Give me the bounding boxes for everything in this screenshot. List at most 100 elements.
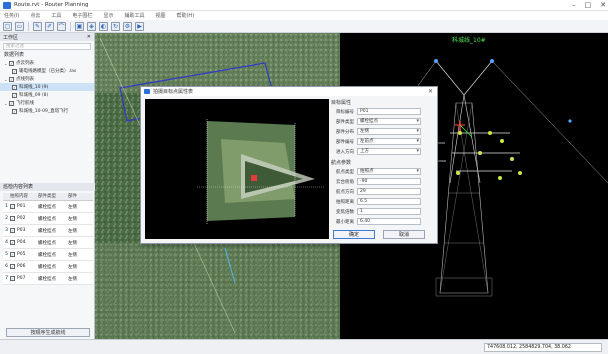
open-folder-icon[interactable]: ▭ — [15, 21, 24, 31]
field-part-type: 部件类型 螺栓挂点 — [331, 117, 435, 126]
field-heading: 航点方向 29 — [331, 187, 435, 196]
checkbox[interactable]: ✓ — [10, 216, 15, 221]
shoot-distance-input[interactable]: 6.5 — [357, 198, 421, 205]
view-front-icon[interactable]: ▣ — [75, 21, 84, 31]
table-header: 拍照内容 部件类型 部件 — [3, 193, 93, 201]
tree-item-line-09[interactable]: ✓ 科城线_09 (8) — [0, 91, 94, 99]
field-waypoint-type: 航点类型 拍照点 — [331, 167, 435, 176]
menu-display[interactable]: 显示 — [103, 12, 113, 19]
dialog-preview-view[interactable] — [145, 99, 329, 239]
tree-item-pointcloud-list[interactable]: ⌄ ✓ 点云列表 — [0, 59, 94, 67]
checkbox[interactable]: ✓ — [10, 264, 15, 269]
pen-icon[interactable]: ✐ — [45, 21, 54, 31]
menu-aux[interactable]: 辅助工具 — [124, 12, 144, 19]
waypoint-list-header: 巡检内容列表 — [0, 183, 95, 191]
checkbox[interactable]: ✓ — [10, 228, 15, 233]
table-row[interactable]: 5 ✓ P05 螺栓挂点 左侧 — [3, 249, 93, 261]
status-bar: 747608.012, 2584829.704, 38.062 — [0, 339, 608, 354]
checkbox[interactable]: ✓ — [9, 76, 14, 82]
window-title: Route.rvt - Router Planning — [14, 2, 89, 8]
checkbox[interactable]: ✓ — [9, 100, 14, 106]
menu-bar: 任务(I) 点云 工具 电子围栏 显示 辅助工具 视图 帮助(H) — [0, 11, 608, 20]
table-row[interactable]: 4 ✓ P04 螺栓挂点 左侧 — [3, 237, 93, 249]
checkbox[interactable]: ✓ — [10, 204, 15, 209]
maximize-icon[interactable]: □ — [585, 1, 592, 9]
checkbox[interactable]: ✓ — [9, 60, 14, 66]
entry-direction-select[interactable]: 上方 — [357, 148, 421, 155]
coordinate-readout: 747608.012, 2584829.704, 38.062 — [484, 343, 602, 352]
field-part-side: 部件分布 左侧 — [331, 127, 435, 136]
minimize-icon[interactable]: – — [572, 1, 576, 9]
heading-input[interactable]: 29 — [357, 188, 421, 195]
part-side-select[interactable]: 左侧 — [357, 128, 421, 135]
part-type-select[interactable]: 螺栓挂点 — [357, 118, 421, 125]
checkbox[interactable]: ✓ — [12, 92, 17, 98]
checkbox[interactable]: ✓ — [12, 68, 17, 74]
menu-help[interactable]: 帮助(H) — [176, 12, 194, 19]
menu-fence[interactable]: 电子围栏 — [72, 12, 92, 19]
waypoint-table: 拍照内容 部件类型 部件 1 ✓ P01 螺栓挂点 左侧 2 ✓ P02 螺栓挂点 … — [3, 193, 93, 285]
zoom-input[interactable]: 1 — [357, 208, 421, 215]
play-icon[interactable]: ▶ — [135, 21, 144, 31]
tree-header: 数据列表 — [4, 52, 25, 58]
settings-icon[interactable]: ⚙ — [123, 21, 132, 31]
ok-button[interactable]: 确定 — [333, 230, 375, 239]
search-input[interactable]: 搜索过滤 — [3, 43, 91, 50]
menu-pointcloud[interactable]: 点云 — [30, 12, 40, 19]
part-id-select[interactable]: 左前点 — [357, 138, 421, 145]
tree-item-line-list[interactable]: ⌄ ✓ 点线列表 — [0, 75, 94, 83]
menu-view[interactable]: 视图 — [155, 12, 165, 19]
generate-route-button[interactable]: 按顺序生成航线 — [6, 328, 90, 337]
field-zoom: 变焦倍数 1 — [331, 207, 435, 216]
camera-section-title: 航点参数 — [331, 160, 352, 166]
toolbar: ▢ ▭ ✎ ✐ ⌒ ▣ ◈ ◐ ↻ ⚙ ▶ — [0, 20, 608, 33]
dialog-close-icon[interactable]: ✕ — [428, 88, 433, 95]
checkbox[interactable]: ✓ — [10, 252, 15, 257]
checkbox[interactable]: ✓ — [12, 84, 17, 90]
field-target-id: 目标编号 P01 — [331, 107, 435, 116]
title-bar: Route.rvt - Router Planning – □ ✕ — [0, 0, 608, 11]
target-section-title: 目标属性 — [331, 100, 352, 106]
gimbal-pitch-input[interactable]: -90 — [357, 178, 421, 185]
measure-icon[interactable]: ⌒ — [57, 21, 66, 31]
table-row[interactable]: 7 ✓ P07 螺栓挂点 左侧 — [3, 273, 93, 285]
field-part-id: 部件编号 左前点 — [331, 137, 435, 146]
field-entry-direction: 进入方向 上方 — [331, 147, 435, 156]
tree-item-line-10[interactable]: ✓ 科城线_10 (9) — [0, 83, 94, 91]
table-row[interactable]: 1 ✓ P01 螺栓挂点 左侧 — [3, 201, 93, 213]
tree-item-route[interactable]: ✓ 科城线_10-09_直塔飞行 — [0, 107, 94, 115]
preview-canvas — [145, 99, 329, 239]
sync-icon[interactable]: ↻ — [111, 21, 120, 31]
new-file-icon[interactable]: ▢ — [3, 21, 12, 31]
workspace-panel: 工作区 ✕ 搜索过滤 数据列表 ⌄ ✓ 点云列表 ✓ 输电线路模型（已分类）.l… — [0, 33, 95, 339]
menu-tools[interactable]: 工具 — [51, 12, 61, 19]
target-point-dialog: 拍摄目标点属性表 ✕ 目标属性 目标编号 P01 部件类型 螺栓挂点 部件分布 … — [140, 86, 438, 244]
tree-item-las-file[interactable]: ✓ 输电线路模型（已分类）.las — [0, 67, 94, 75]
checkbox[interactable]: ✓ — [10, 276, 15, 281]
dialog-form: 目标属性 目标编号 P01 部件类型 螺栓挂点 部件分布 左侧 部件编号 左前点… — [331, 99, 435, 243]
cancel-button[interactable]: 取消 — [383, 230, 425, 239]
edit-icon[interactable]: ✎ — [33, 21, 42, 31]
view-side-icon[interactable]: ◐ — [99, 21, 108, 31]
app-logo-icon — [3, 1, 11, 9]
checkbox[interactable]: ✓ — [10, 240, 15, 245]
dialog-title-bar: 拍摄目标点属性表 — [141, 87, 437, 96]
field-min-distance: 最小距离 6.40 — [331, 217, 435, 226]
tree-item-flight-routes[interactable]: ⌄ ✓ 飞行航线 — [0, 99, 94, 107]
menu-task[interactable]: 任务(I) — [4, 12, 19, 19]
target-id-input[interactable]: P01 — [357, 108, 421, 115]
tower-label: 科城线_10# — [452, 37, 486, 44]
view-top-icon[interactable]: ◈ — [87, 21, 96, 31]
app-logo-icon — [144, 89, 150, 94]
workspace-header: 工作区 ✕ — [0, 33, 94, 41]
close-icon[interactable]: ✕ — [600, 1, 606, 9]
panel-close-icon[interactable]: ✕ — [87, 34, 91, 40]
checkbox[interactable]: ✓ — [12, 108, 17, 114]
dialog-buttons: 确定 取消 — [333, 230, 425, 239]
table-row[interactable]: 2 ✓ P02 螺栓挂点 左侧 — [3, 213, 93, 225]
table-row[interactable]: 6 ✓ P06 螺栓挂点 左侧 — [3, 261, 93, 273]
table-row[interactable]: 3 ✓ P03 螺栓挂点 左侧 — [3, 225, 93, 237]
field-gimbal-pitch: 云台俯角 -90 — [331, 177, 435, 186]
waypoint-type-select[interactable]: 拍照点 — [357, 168, 421, 175]
min-distance-input[interactable]: 6.40 — [357, 218, 421, 225]
